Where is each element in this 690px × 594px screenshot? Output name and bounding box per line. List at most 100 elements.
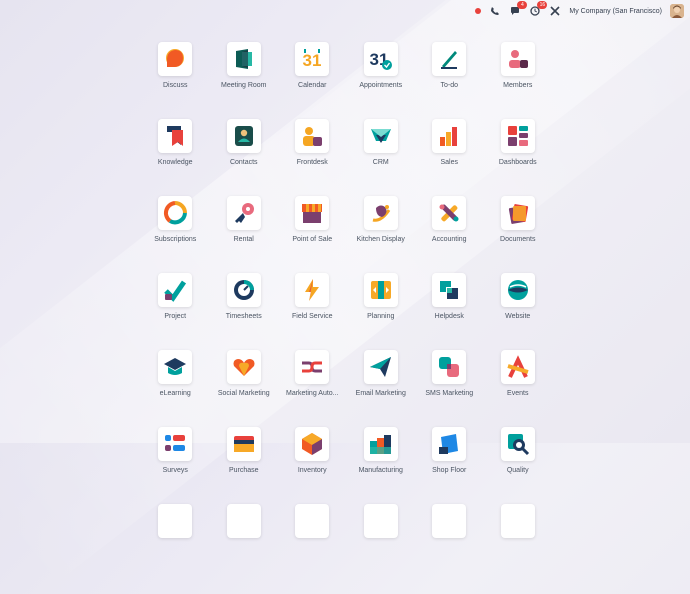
app-tile-timesheets[interactable]: Timesheets — [210, 273, 279, 320]
app-icon — [500, 504, 535, 538]
app-label: Field Service — [292, 313, 333, 320]
rental-icon — [226, 196, 261, 230]
email-marketing-icon — [363, 350, 398, 384]
app-tile-project[interactable]: Project — [141, 273, 210, 320]
app-tile-point-of-sale[interactable]: Point of Sale — [278, 196, 347, 243]
app-tile-contacts[interactable]: Contacts — [210, 119, 279, 166]
app-label: eLearning — [159, 390, 191, 397]
app-tile-social-marketing[interactable]: Social Marketing — [210, 350, 279, 397]
app-tile-to-do[interactable]: To-do — [415, 42, 484, 89]
activity-clock-icon[interactable]: 16 — [529, 1, 548, 17]
app-label: Contacts — [229, 159, 258, 166]
kitchen-display-icon — [363, 196, 398, 230]
user-avatar[interactable] — [670, 4, 684, 18]
app-tile-calendar[interactable]: 31 Calendar — [278, 42, 347, 89]
app-tile-discuss[interactable]: Discuss — [141, 42, 210, 89]
app-tile-members[interactable]: Members — [484, 42, 553, 89]
app-tile-appointments[interactable]: 31 Appointments — [347, 42, 416, 89]
company-switcher[interactable]: My Company (San Francisco) — [569, 8, 662, 15]
elearning-icon — [158, 350, 193, 384]
chat-icon[interactable]: 4 — [509, 1, 528, 17]
app-label: SMS Marketing — [425, 390, 474, 397]
app-icon — [432, 504, 467, 538]
surveys-icon — [158, 427, 193, 461]
app-label: Appointments — [359, 82, 403, 89]
app-tile-documents[interactable]: Documents — [484, 196, 553, 243]
app-tile-partial-37[interactable] — [210, 504, 279, 544]
quality-icon — [500, 427, 535, 461]
app-tile-knowledge[interactable]: Knowledge — [141, 119, 210, 166]
app-tile-dashboards[interactable]: Dashboards — [484, 119, 553, 166]
app-label: Purchase — [228, 467, 259, 474]
planning-icon — [363, 273, 398, 307]
app-tile-field-service[interactable]: Field Service — [278, 273, 347, 320]
app-tile-partial-41[interactable] — [484, 504, 553, 544]
app-tile-meeting-room[interactable]: Meeting Room — [210, 42, 279, 89]
app-tile-sms-marketing[interactable]: SMS Marketing — [415, 350, 484, 397]
events-icon — [500, 350, 535, 384]
app-tile-inventory[interactable]: Inventory — [278, 427, 347, 474]
svg-text:31: 31 — [303, 51, 322, 70]
app-tile-partial-40[interactable] — [415, 504, 484, 544]
website-icon — [500, 273, 535, 307]
discuss-icon — [158, 42, 193, 76]
app-tile-planning[interactable]: Planning — [347, 273, 416, 320]
app-label: Website — [505, 313, 531, 320]
app-icon — [295, 504, 330, 538]
recording-indicator-icon[interactable] — [475, 8, 482, 14]
app-tile-kitchen-display[interactable]: Kitchen Display — [347, 196, 416, 243]
app-tile-accounting[interactable]: Accounting — [415, 196, 484, 243]
app-tile-partial-36[interactable] — [141, 504, 210, 544]
helpdesk-icon — [432, 273, 467, 307]
knowledge-icon — [158, 119, 193, 153]
project-icon — [158, 273, 193, 307]
app-tile-quality[interactable]: Quality — [484, 427, 553, 474]
tools-icon[interactable] — [549, 5, 561, 17]
app-tile-elearning[interactable]: eLearning — [141, 350, 210, 397]
app-tile-manufacturing[interactable]: Manufacturing — [347, 427, 416, 474]
app-label: Project — [164, 313, 187, 320]
app-icon — [226, 504, 261, 538]
app-tile-shop-floor[interactable]: Shop Floor — [415, 427, 484, 474]
accounting-icon — [432, 196, 467, 230]
contacts-icon — [226, 119, 261, 153]
systray: 4 16 My Company (San Francisco) — [475, 0, 690, 22]
sales-icon — [432, 119, 467, 153]
subscriptions-icon — [158, 196, 193, 230]
calendar-icon: 31 — [295, 42, 330, 76]
app-tile-website[interactable]: Website — [484, 273, 553, 320]
app-label: Meeting Room — [220, 82, 267, 89]
app-label: Point of Sale — [292, 236, 333, 243]
app-label: Sales — [440, 159, 458, 166]
app-tile-purchase[interactable]: Purchase — [210, 427, 279, 474]
app-label: Social Marketing — [217, 390, 270, 397]
todo-icon — [432, 42, 467, 76]
app-tile-partial-38[interactable] — [278, 504, 347, 544]
app-tile-subscriptions[interactable]: Subscriptions — [141, 196, 210, 243]
point-of-sale-icon — [295, 196, 330, 230]
frontdesk-icon — [295, 119, 330, 153]
meeting-room-icon — [226, 42, 261, 76]
marketing-automation-icon — [295, 350, 330, 384]
appointments-icon: 31 — [363, 42, 398, 76]
app-tile-surveys[interactable]: Surveys — [141, 427, 210, 474]
app-tile-email-marketing[interactable]: Email Marketing — [347, 350, 416, 397]
app-label: Kitchen Display — [356, 236, 405, 243]
activity-badge: 16 — [537, 1, 548, 9]
app-tile-crm[interactable]: CRM — [347, 119, 416, 166]
app-label: Documents — [500, 236, 536, 243]
app-tile-marketing-auto[interactable]: Marketing Auto... — [278, 350, 347, 397]
app-tile-partial-39[interactable] — [347, 504, 416, 544]
app-icon — [363, 504, 398, 538]
app-tile-frontdesk[interactable]: Frontdesk — [278, 119, 347, 166]
documents-icon — [500, 196, 535, 230]
app-label: Calendar — [298, 82, 327, 89]
app-label: Discuss — [162, 82, 188, 89]
phone-icon[interactable] — [489, 5, 501, 17]
app-tile-events[interactable]: Events — [484, 350, 553, 397]
app-tile-sales[interactable]: Sales — [415, 119, 484, 166]
manufacturing-icon — [363, 427, 398, 461]
app-tile-rental[interactable]: Rental — [210, 196, 279, 243]
app-tile-helpdesk[interactable]: Helpdesk — [415, 273, 484, 320]
app-label: Surveys — [162, 467, 188, 474]
